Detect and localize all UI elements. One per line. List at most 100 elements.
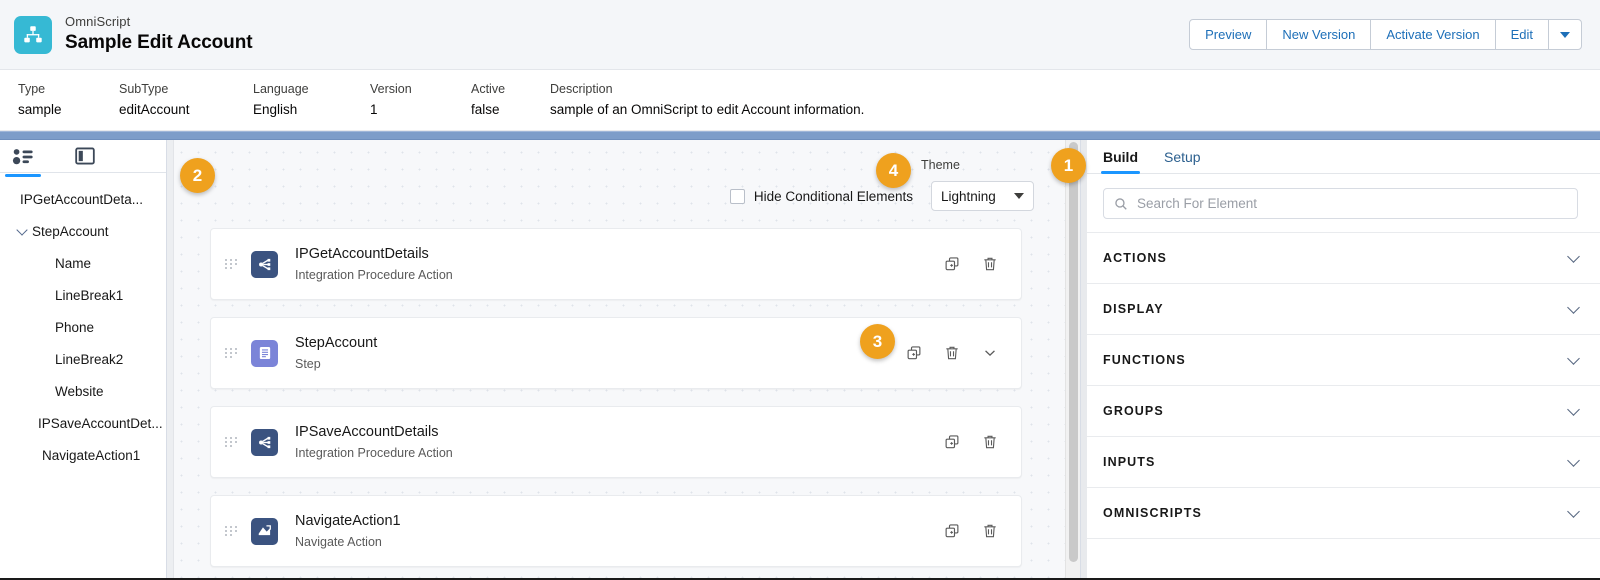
scrollbar-thumb[interactable] — [1069, 142, 1078, 562]
accent-divider-strip — [0, 131, 1600, 140]
element-card-title: IPSaveAccountDetails — [295, 423, 453, 442]
element-card-subtitle: Integration Procedure Action — [295, 445, 453, 461]
navigate-action-icon — [251, 518, 278, 545]
brand-text: OmniScript Sample Edit Account — [65, 15, 252, 54]
section-inputs[interactable]: INPUTS — [1081, 437, 1600, 488]
tree-item-linebreak1[interactable]: LineBreak1 — [0, 279, 166, 311]
chevron-down-icon[interactable] — [981, 344, 999, 362]
meta-label: Type — [18, 80, 119, 98]
drag-handle-icon[interactable] — [225, 348, 237, 358]
hide-conditional-elements-label: Hide Conditional Elements — [754, 189, 913, 204]
more-actions-button[interactable] — [1548, 19, 1582, 50]
tree-item-label: IPGetAccountDeta... — [20, 192, 143, 207]
tab-build[interactable]: Build — [1103, 140, 1138, 174]
chevron-down-icon — [1567, 352, 1580, 365]
meta-field-description: Description sample of an OmniScript to e… — [550, 80, 1110, 120]
clone-icon[interactable] — [943, 522, 961, 540]
element-category-list: ACTIONS DISPLAY FUNCTIONS GROUPS INPUTS — [1081, 232, 1600, 539]
omniscript-hierarchy-icon — [14, 16, 52, 54]
drag-handle-icon[interactable] — [225, 259, 237, 269]
section-actions[interactable]: ACTIONS — [1081, 233, 1600, 284]
meta-field-active: Active false — [471, 80, 550, 120]
section-display[interactable]: DISPLAY — [1081, 284, 1600, 335]
element-card-title: StepAccount — [295, 334, 377, 353]
element-card-actions — [943, 433, 1021, 451]
edit-button[interactable]: Edit — [1495, 19, 1549, 50]
hide-conditional-elements-checkbox[interactable] — [730, 189, 745, 204]
search-input[interactable]: Search For Element — [1103, 188, 1578, 219]
section-label: DISPLAY — [1103, 302, 1164, 316]
tree-item-ipgetaccountdetails[interactable]: IPGetAccountDeta... — [0, 183, 166, 215]
tab-setup[interactable]: Setup — [1164, 140, 1201, 174]
search-placeholder: Search For Element — [1137, 196, 1257, 211]
chevron-down-icon[interactable] — [12, 229, 32, 234]
structure-list-icon[interactable] — [10, 144, 36, 168]
section-omniscripts[interactable]: OMNISCRIPTS — [1081, 488, 1600, 539]
callout-badge-1: 1 — [1051, 148, 1086, 183]
chevron-down-icon — [1567, 505, 1580, 518]
panel-resize-handle[interactable] — [1081, 140, 1087, 580]
tree-item-name[interactable]: Name — [0, 247, 166, 279]
canvas-left-gutter — [167, 140, 174, 580]
meta-label: Version — [370, 80, 471, 98]
element-card[interactable]: NavigateAction1 Navigate Action — [210, 495, 1022, 567]
header-action-buttons: Preview New Version Activate Version Edi… — [1189, 19, 1600, 50]
new-version-button[interactable]: New Version — [1266, 19, 1371, 50]
element-card[interactable]: StepAccount Step — [210, 317, 1022, 389]
tree-item-label: Phone — [55, 320, 94, 335]
element-card-text: StepAccount Step — [295, 334, 377, 372]
trash-icon[interactable] — [981, 433, 999, 451]
meta-label: Description — [550, 80, 1110, 98]
section-label: INPUTS — [1103, 455, 1155, 469]
tree-item-label: Website — [55, 384, 104, 399]
element-tree: IPGetAccountDeta... StepAccount Name Lin… — [0, 173, 166, 471]
meta-value: sample of an OmniScript to edit Account … — [550, 100, 1110, 120]
tree-item-linebreak2[interactable]: LineBreak2 — [0, 343, 166, 375]
drag-handle-icon[interactable] — [225, 526, 237, 536]
app-kicker: OmniScript — [65, 15, 252, 30]
tree-item-label: NavigateAction1 — [42, 448, 140, 463]
theme-select[interactable]: Lightning — [931, 181, 1034, 211]
meta-label: Language — [253, 80, 370, 98]
tree-item-phone[interactable]: Phone — [0, 311, 166, 343]
meta-value: editAccount — [119, 100, 253, 120]
brand-block: OmniScript Sample Edit Account — [0, 15, 252, 54]
integration-procedure-icon — [251, 429, 278, 456]
element-card[interactable]: IPGetAccountDetails Integration Procedur… — [210, 228, 1022, 300]
structure-panel: IPGetAccountDeta... StepAccount Name Lin… — [0, 140, 167, 580]
clone-icon[interactable] — [943, 433, 961, 451]
element-card-list: IPGetAccountDetails Integration Procedur… — [210, 228, 1022, 580]
activate-version-button[interactable]: Activate Version — [1370, 19, 1495, 50]
element-card-title: IPGetAccountDetails — [295, 245, 453, 264]
tree-item-stepaccount[interactable]: StepAccount — [0, 215, 166, 247]
preview-button[interactable]: Preview — [1189, 19, 1267, 50]
trash-icon[interactable] — [981, 255, 999, 273]
panel-layout-icon[interactable] — [72, 144, 98, 168]
tree-item-website[interactable]: Website — [0, 375, 166, 407]
clone-icon[interactable] — [905, 344, 923, 362]
element-card[interactable]: IPSaveAccountDetails Integration Procedu… — [210, 406, 1022, 478]
chevron-down-icon — [1567, 250, 1580, 263]
hide-conditional-elements-control[interactable]: Hide Conditional Elements — [730, 189, 913, 204]
canvas-vertical-scrollbar[interactable] — [1065, 140, 1080, 580]
tree-item-label: StepAccount — [32, 224, 109, 239]
section-groups[interactable]: GROUPS — [1081, 386, 1600, 437]
tree-item-ipsaveaccountdetails[interactable]: IPSaveAccountDet... — [0, 407, 166, 439]
tree-item-navigateaction1[interactable]: NavigateAction1 — [0, 439, 166, 471]
meta-field-subtype: SubType editAccount — [119, 80, 253, 120]
section-label: GROUPS — [1103, 404, 1164, 418]
section-label: ACTIONS — [1103, 251, 1167, 265]
chevron-down-icon — [1567, 301, 1580, 314]
search-container: Search For Element — [1081, 174, 1600, 232]
trash-icon[interactable] — [981, 522, 999, 540]
build-panel: Build Setup Search For Element ACTIONS D… — [1080, 140, 1600, 580]
integration-procedure-icon — [251, 251, 278, 278]
clone-icon[interactable] — [943, 255, 961, 273]
section-functions[interactable]: FUNCTIONS — [1081, 335, 1600, 386]
element-card-subtitle: Navigate Action — [295, 534, 401, 550]
trash-icon[interactable] — [943, 344, 961, 362]
drag-handle-icon[interactable] — [225, 437, 237, 447]
meta-field-language: Language English — [253, 80, 370, 120]
script-canvas: Theme Hide Conditional Elements Lightnin… — [167, 140, 1080, 580]
element-card-title: NavigateAction1 — [295, 512, 401, 531]
